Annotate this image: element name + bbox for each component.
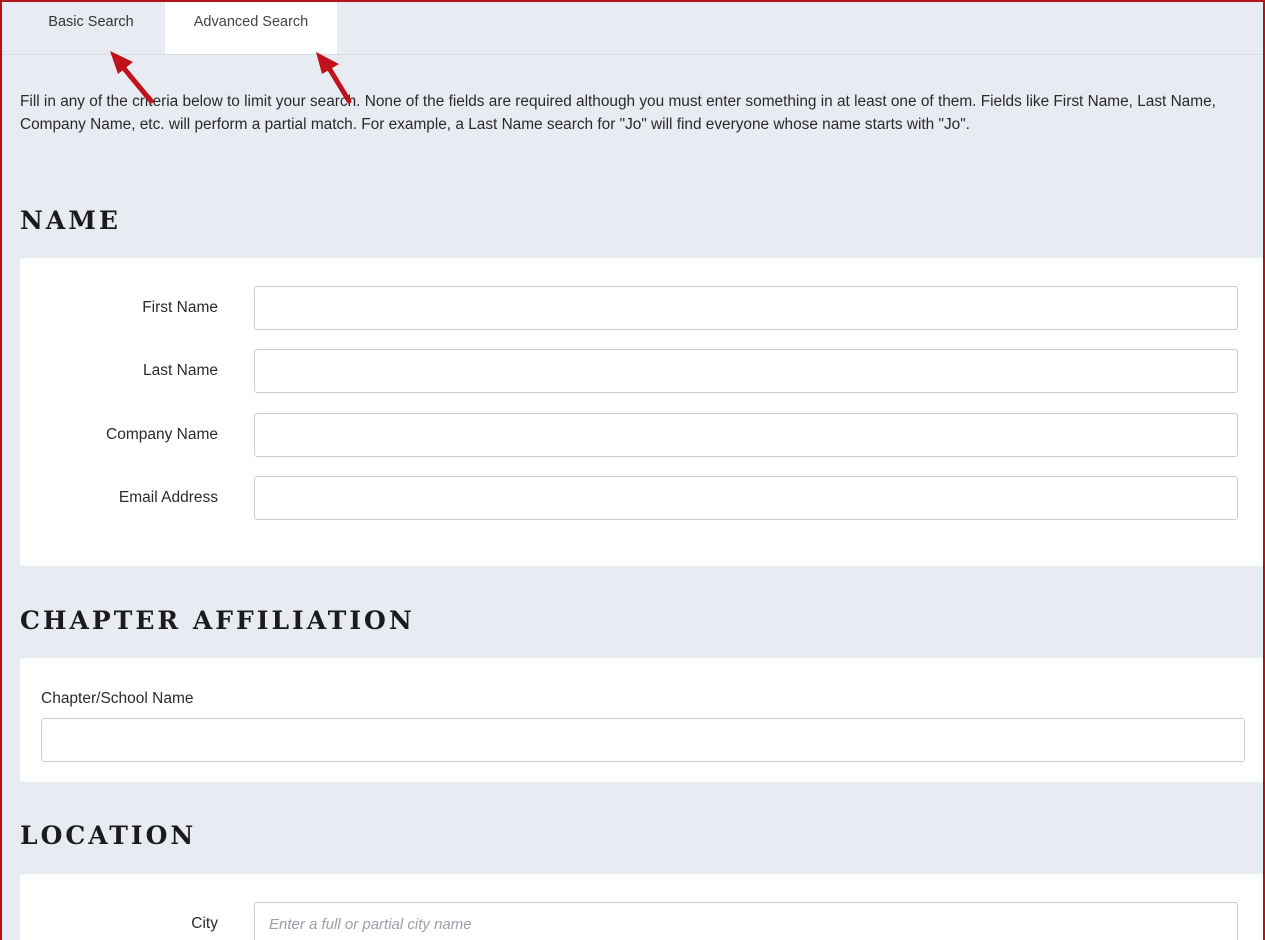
name-criteria-panel: First Name Last Name Company Name Email …	[20, 258, 1263, 566]
city-input[interactable]	[254, 902, 1238, 940]
section-heading-name: NAME	[20, 206, 121, 235]
tab-basic-search[interactable]: Basic Search	[22, 2, 160, 54]
chapter-school-label: Chapter/School Name	[41, 690, 194, 707]
search-instructions: Fill in any of the criteria below to lim…	[20, 93, 1216, 133]
chapter-school-input[interactable]	[41, 718, 1245, 762]
company-name-input[interactable]	[254, 413, 1238, 457]
section-heading-chapter-affiliation: CHAPTER AFFILIATION	[20, 606, 415, 635]
last-name-label: Last Name	[143, 362, 218, 379]
section-heading-location: LOCATION	[20, 821, 197, 850]
city-label: City	[191, 915, 218, 932]
tab-advanced-search[interactable]: Advanced Search	[165, 2, 337, 54]
last-name-input[interactable]	[254, 349, 1238, 393]
location-criteria-panel: City	[20, 874, 1263, 940]
company-name-label: Company Name	[106, 426, 218, 443]
search-tabs: Basic Search Advanced Search	[2, 2, 1263, 55]
chapter-criteria-panel: Chapter/School Name	[20, 658, 1263, 782]
first-name-input[interactable]	[254, 286, 1238, 330]
email-address-input[interactable]	[254, 476, 1238, 520]
search-page: Basic Search Advanced Search Fill in any…	[0, 0, 1265, 940]
email-address-label: Email Address	[118, 489, 218, 506]
first-name-label: First Name	[142, 299, 218, 316]
